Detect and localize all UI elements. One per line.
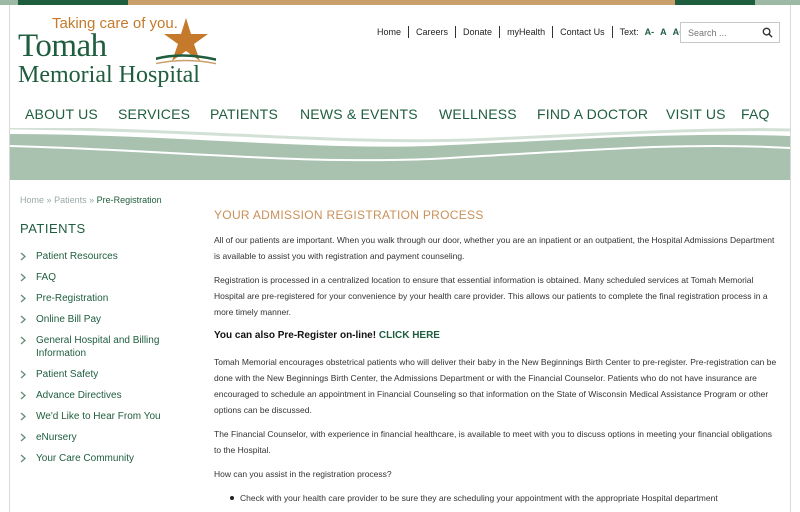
breadcrumb-separator: »: [89, 195, 95, 205]
sidebar-title: PATIENTS: [20, 221, 86, 236]
site-logo[interactable]: Taking care of you. Tomah Memorial Hospi…: [18, 14, 228, 92]
search-box: [680, 22, 780, 43]
sidebar-item-label: We'd Like to Hear From You: [36, 411, 161, 422]
utility-nav: Home Careers Donate myHealth Contact Us …: [370, 24, 684, 40]
intro-paragraph: All of our patients are important. When …: [214, 235, 775, 261]
sidebar-item-faq[interactable]: FAQ: [20, 271, 200, 284]
page-title: YOUR ADMISSION REGISTRATION PROCESS: [214, 208, 484, 222]
sidebar-item-label: Your Care Community: [36, 453, 135, 464]
breadcrumb-current: Pre-Registration: [96, 195, 162, 205]
chevron-right-icon: [20, 454, 27, 463]
chevron-right-icon: [20, 370, 27, 379]
assist-list: Check with your health care provider to …: [230, 490, 779, 506]
sidebar-item-advance-directives[interactable]: Advance Directives: [20, 389, 200, 402]
starfish-icon: [156, 18, 216, 65]
breadcrumb-separator: »: [46, 195, 52, 205]
sidebar-item-pre-registration[interactable]: Pre-Registration: [20, 292, 200, 305]
page-frame-right: [790, 5, 791, 512]
sidebar-item-label: Patient Safety: [36, 369, 99, 380]
list-item: Check with your health care provider to …: [230, 490, 779, 506]
chevron-right-icon: [20, 336, 27, 345]
main-content: YOUR ADMISSION REGISTRATION PROCESS All …: [214, 208, 779, 506]
sidebar-item-label: Online Bill Pay: [36, 314, 102, 325]
text-size-normal[interactable]: A: [660, 27, 667, 37]
assist-question: How can you assist in the registration p…: [214, 469, 392, 479]
sidebar-item-online-bill-pay[interactable]: Online Bill Pay: [20, 313, 200, 326]
sidebar-item-patient-safety[interactable]: Patient Safety: [20, 368, 200, 381]
main-nav: ABOUT US SERVICES PATIENTS NEWS & EVENTS…: [0, 106, 800, 126]
sidebar-item-label: Advance Directives: [36, 390, 122, 401]
search-input[interactable]: [681, 23, 761, 43]
text-size-label: Text:: [619, 27, 639, 37]
chevron-right-icon: [20, 273, 27, 282]
sidebar-item-label: Pre-Registration: [36, 293, 109, 304]
sidebar-item-label: eNursery: [36, 432, 77, 443]
chevron-right-icon: [20, 433, 27, 442]
nav-patients[interactable]: PATIENTS: [210, 106, 278, 122]
nav-services[interactable]: SERVICES: [118, 106, 190, 122]
sidebar-item-enursery[interactable]: eNursery: [20, 431, 200, 444]
sidebar-item-patient-resources[interactable]: Patient Resources: [20, 250, 200, 263]
breadcrumb: Home » Patients » Pre-Registration: [20, 195, 162, 205]
nav-news-events[interactable]: NEWS & EVENTS: [300, 106, 418, 122]
top-color-bar: [0, 0, 800, 5]
chevron-right-icon: [20, 315, 27, 324]
utility-link-careers[interactable]: Careers: [409, 26, 457, 38]
nav-faq[interactable]: FAQ: [741, 106, 770, 122]
utility-link-contact[interactable]: Contact Us: [553, 26, 613, 38]
online-preregister-text: You can also Pre-Register on-line!: [214, 330, 377, 341]
sidebar-item-billing-information[interactable]: General Hospital and Billing Information: [20, 334, 200, 360]
text-size-control: Text: A- A A+: [613, 27, 685, 37]
logo-name-line1: Tomah: [18, 28, 107, 64]
header-wave-banner: [10, 128, 790, 180]
page-frame-left: [9, 5, 10, 512]
breadcrumb-home[interactable]: Home: [20, 195, 44, 205]
utility-link-donate[interactable]: Donate: [456, 26, 501, 38]
sidebar-item-care-community[interactable]: Your Care Community: [20, 452, 200, 465]
utility-link-home[interactable]: Home: [370, 26, 410, 38]
sidebar-item-label: General Hospital and Billing Information: [36, 335, 160, 359]
chevron-right-icon: [20, 252, 27, 261]
nav-visit-us[interactable]: VISIT US: [666, 106, 726, 122]
online-preregister-callout: You can also Pre-Register on-line! CLICK…: [214, 328, 779, 344]
nav-find-a-doctor[interactable]: FIND A DOCTOR: [537, 106, 648, 122]
search-icon[interactable]: [762, 27, 773, 38]
chevron-right-icon: [20, 391, 27, 400]
sidebar-nav: Patient Resources FAQ Pre-Registration O…: [20, 250, 200, 473]
nav-about-us[interactable]: ABOUT US: [25, 106, 98, 122]
financial-counselor-paragraph: The Financial Counselor, with experience…: [214, 429, 773, 455]
sidebar-item-hear-from-you[interactable]: We'd Like to Hear From You: [20, 410, 200, 423]
nav-wellness[interactable]: WELLNESS: [439, 106, 517, 122]
chevron-right-icon: [20, 294, 27, 303]
text-size-decrease[interactable]: A-: [645, 27, 655, 37]
registration-paragraph: Registration is processed in a centraliz…: [214, 275, 768, 317]
obstetrical-paragraph: Tomah Memorial encourages obstetrical pa…: [214, 357, 777, 415]
utility-link-myhealth[interactable]: myHealth: [500, 26, 554, 38]
click-here-link[interactable]: CLICK HERE: [379, 330, 440, 341]
logo-name-line2: Memorial Hospital: [18, 62, 200, 88]
chevron-right-icon: [20, 412, 27, 421]
sidebar-item-label: FAQ: [36, 272, 57, 283]
breadcrumb-patients[interactable]: Patients: [54, 195, 87, 205]
sidebar-item-label: Patient Resources: [36, 251, 118, 262]
